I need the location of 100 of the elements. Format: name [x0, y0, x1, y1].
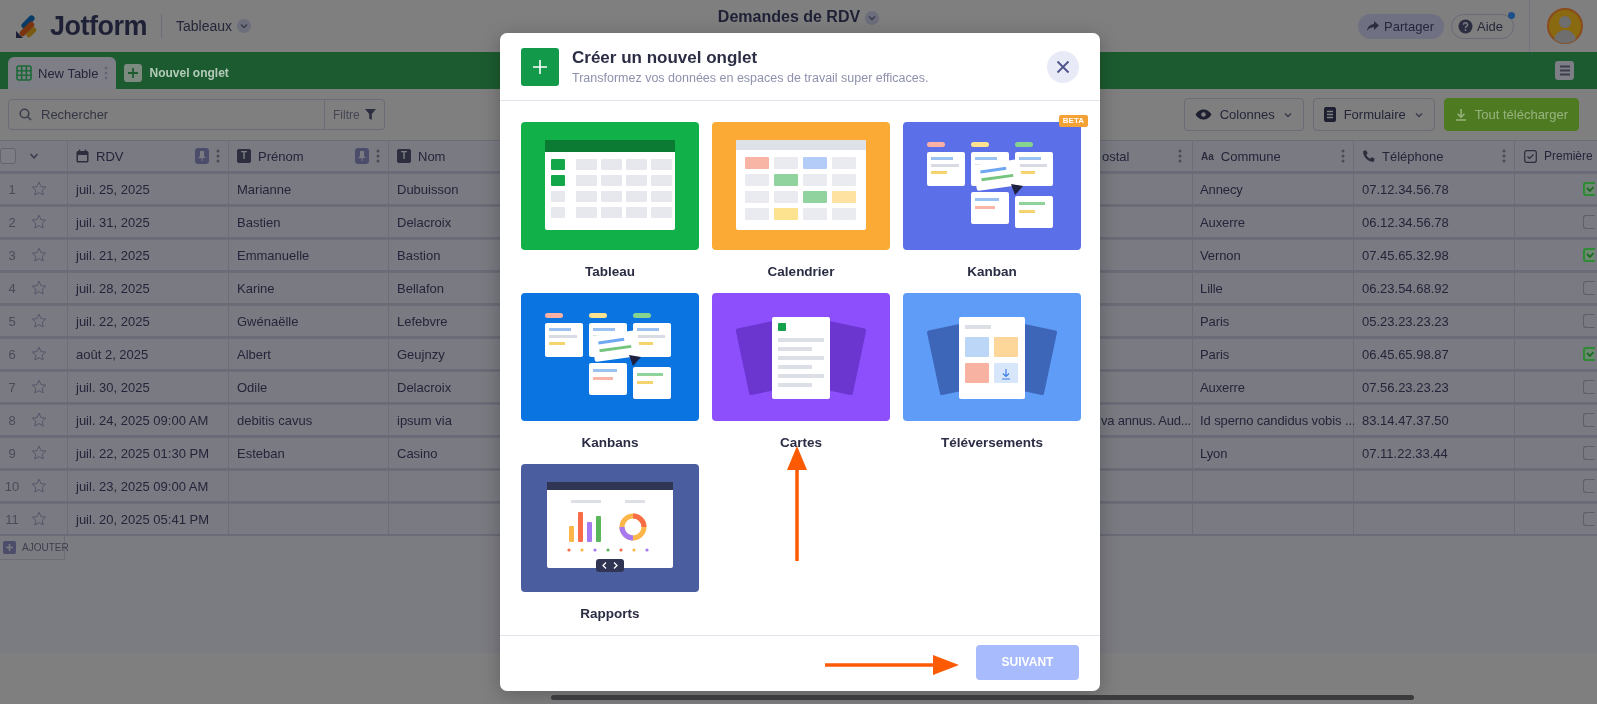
menu-button[interactable]: [1555, 61, 1574, 80]
avatar[interactable]: [1547, 8, 1583, 44]
text-field-icon: T: [397, 149, 411, 163]
star-icon[interactable]: [31, 313, 47, 329]
form-dropdown[interactable]: Formulaire: [1312, 98, 1435, 131]
title-dropdown[interactable]: [865, 11, 880, 25]
grid-icon: [16, 65, 32, 81]
table-tab[interactable]: New Table: [8, 57, 117, 89]
help-icon: [1457, 18, 1473, 34]
checkbox[interactable]: [1583, 512, 1595, 526]
checkbox[interactable]: [1583, 446, 1595, 460]
checkbox[interactable]: [1583, 182, 1595, 196]
more-icon[interactable]: [104, 66, 109, 80]
star-icon[interactable]: [31, 181, 47, 197]
pin-button[interactable]: [355, 148, 369, 164]
filter-button[interactable]: Filtre: [325, 99, 385, 130]
horizontal-scrollbar[interactable]: [551, 695, 1414, 700]
column-header[interactable]: Première: [1544, 149, 1593, 163]
table-cell: Lille: [1200, 280, 1223, 296]
form-icon: [1323, 107, 1336, 122]
checkbox[interactable]: [1583, 479, 1595, 493]
download-all-button[interactable]: Tout télécharger: [1443, 98, 1579, 131]
checkbox[interactable]: [1583, 380, 1595, 394]
beta-badge: BETA: [1058, 115, 1088, 127]
star-icon[interactable]: [31, 346, 47, 362]
view-type-card[interactable]: [903, 293, 1081, 421]
checkbox[interactable]: [1583, 281, 1595, 295]
column-header[interactable]: Nom: [418, 148, 446, 164]
table-cell: Auxerre: [1200, 379, 1245, 395]
share-button[interactable]: Partager: [1358, 13, 1444, 39]
close-icon: [1056, 59, 1070, 74]
star-icon[interactable]: [31, 280, 47, 296]
table-cell: va annus. Aud...: [1101, 412, 1192, 428]
column-header[interactable]: Commune: [1220, 148, 1281, 164]
column-menu-icon[interactable]: [376, 149, 380, 163]
checkbox[interactable]: [1583, 314, 1595, 328]
table-cell: Karine: [237, 280, 275, 296]
chevron-down-icon[interactable]: [29, 151, 39, 161]
table-cell: 06.45.65.98.87: [1362, 346, 1449, 362]
caret-icon: [867, 13, 878, 23]
table-cell: juil. 28, 2025: [76, 280, 150, 296]
table-cell: 06.23.54.68.92: [1362, 280, 1449, 296]
table-cell: Vernon: [1200, 247, 1241, 263]
view-type-card[interactable]: [521, 122, 699, 250]
table-cell: Gwénaëlle: [237, 313, 299, 329]
view-type-label: Cartes: [780, 435, 822, 450]
table-cell: Casino: [397, 445, 438, 461]
view-type-card[interactable]: [712, 293, 890, 421]
view-type-card[interactable]: [521, 464, 699, 592]
table-cell: Esteban: [237, 445, 285, 461]
star-icon[interactable]: [31, 511, 47, 527]
add-row-button[interactable]: AJOUTER: [3, 541, 69, 554]
search-field[interactable]: Rechercher: [8, 99, 325, 130]
table-cell: Auxerre: [1200, 214, 1245, 230]
table-cell: Bastion: [397, 247, 441, 263]
plus-icon: [5, 543, 14, 552]
checkbox[interactable]: [1583, 248, 1595, 262]
table-cell: juil. 22, 2025: [76, 313, 150, 329]
table-cell: juil. 31, 2025: [76, 214, 150, 230]
close-button[interactable]: [1047, 50, 1079, 83]
eye-icon: [1194, 109, 1212, 120]
star-icon[interactable]: [31, 412, 47, 428]
columns-dropdown[interactable]: Colonnes: [1183, 98, 1304, 131]
view-type-label: Calendrier: [767, 264, 835, 279]
star-icon[interactable]: [31, 379, 47, 395]
star-icon[interactable]: [31, 247, 47, 263]
table-cell: juil. 30, 2025: [76, 379, 150, 395]
column-header[interactable]: Téléphone: [1382, 148, 1444, 164]
star-icon[interactable]: [31, 478, 47, 494]
checkbox[interactable]: [1583, 347, 1595, 361]
menu-icon: [1558, 65, 1571, 76]
view-type-label: Kanban: [967, 264, 1017, 279]
column-header[interactable]: ostal: [1102, 148, 1130, 164]
dialog-subtitle: Transformez vos données en espaces de travail super efficaces.: [572, 71, 930, 85]
table-cell: Id sperno candidus vobis ...: [1200, 412, 1356, 428]
column-header[interactable]: Prénom: [258, 148, 304, 164]
table-cell: 07.56.23.23.23: [1362, 379, 1449, 395]
pin-button[interactable]: [195, 148, 209, 164]
checkbox[interactable]: [1583, 215, 1595, 229]
select-all-checkbox[interactable]: [0, 148, 16, 164]
star-icon[interactable]: [31, 214, 47, 230]
caret-icon: [239, 21, 250, 31]
check-icon: [1586, 251, 1594, 259]
workspace-dropdown[interactable]: Tableaux: [176, 18, 252, 34]
checkbox[interactable]: [1583, 413, 1595, 427]
star-icon[interactable]: [31, 445, 47, 461]
column-menu-icon[interactable]: [1341, 149, 1345, 163]
table-cell: 07.45.65.32.98: [1362, 247, 1449, 263]
column-header[interactable]: RDV: [96, 148, 124, 164]
column-menu-icon[interactable]: [1502, 149, 1506, 163]
table-cell: juil. 25, 2025: [76, 181, 150, 197]
table-cell: 07.12.34.56.78: [1362, 181, 1449, 197]
table-cell: Bellafon: [397, 280, 444, 296]
download-icon: [1454, 108, 1467, 121]
check-icon: [1586, 350, 1594, 358]
column-menu-icon[interactable]: [216, 149, 220, 163]
add-tab-button[interactable]: Nouvel onglet: [120, 57, 233, 89]
table-cell: Delacroix: [397, 379, 452, 395]
phone-icon: [1362, 149, 1375, 163]
column-menu-icon[interactable]: [1178, 149, 1182, 163]
